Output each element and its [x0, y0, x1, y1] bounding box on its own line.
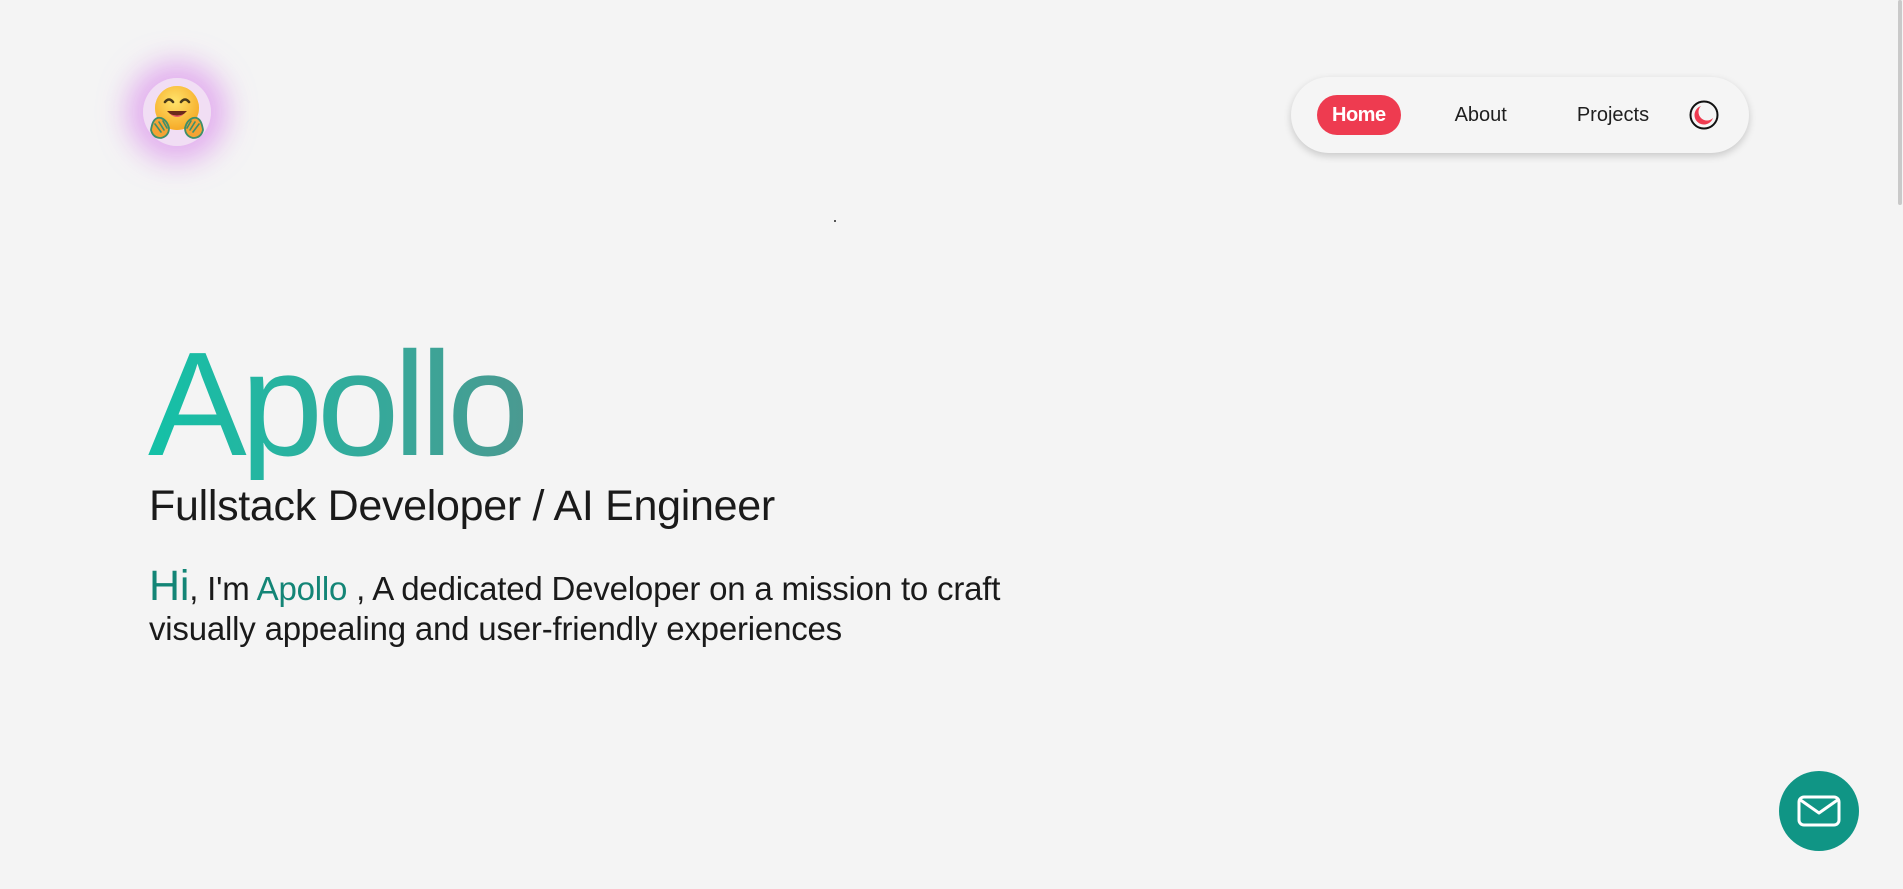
- hero-role: Fullstack Developer / AI Engineer: [149, 482, 775, 530]
- nav-about-link[interactable]: About: [1455, 104, 1507, 127]
- contact-mail-button[interactable]: [1779, 771, 1859, 851]
- nav-home-link[interactable]: Home: [1317, 95, 1401, 135]
- theme-toggle-button[interactable]: [1689, 100, 1719, 130]
- page-scrollbar[interactable]: [1897, 0, 1903, 889]
- intro-name: Apollo: [256, 570, 348, 607]
- scrollbar-thumb[interactable]: [1898, 0, 1902, 205]
- moon-icon: [1689, 100, 1719, 130]
- intro-greeting: Hi: [149, 562, 190, 610]
- intro-im: , I'm: [189, 570, 257, 607]
- hero-intro: Hi, I'm Apollo , A dedicated Developer o…: [149, 565, 1089, 649]
- nav-projects-link[interactable]: Projects: [1577, 104, 1649, 127]
- decorative-dot: [834, 220, 836, 222]
- main-nav: Home About Projects: [1291, 77, 1749, 153]
- mail-icon: [1797, 795, 1841, 827]
- hero-name: Apollo: [148, 322, 529, 487]
- logo[interactable]: [143, 78, 211, 146]
- hugging-face-emoji-icon: [150, 86, 204, 139]
- page: Home About Projects Apollo Fullstack Dev…: [0, 0, 1903, 889]
